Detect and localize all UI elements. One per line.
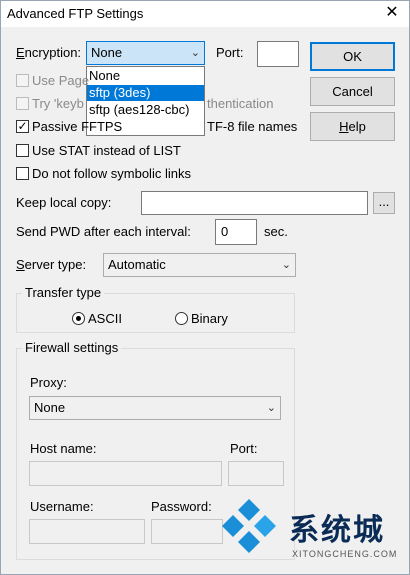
- no-symlinks-label: Do not follow symbolic links: [32, 166, 191, 181]
- use-stat-checkbox[interactable]: [16, 144, 29, 157]
- encryption-option-sftp-3des[interactable]: sftp (3des): [87, 85, 204, 101]
- firewall-settings-title: Firewall settings: [22, 340, 122, 356]
- try-keyboard-interactive-checkbox[interactable]: [16, 97, 29, 110]
- password-input[interactable]: [151, 519, 223, 544]
- server-type-value: Automatic: [108, 257, 166, 272]
- no-symlinks-checkbox[interactable]: [16, 167, 29, 180]
- chevron-down-icon: ⌄: [190, 47, 200, 59]
- proxy-value: None: [34, 400, 66, 415]
- transfer-type-title: Transfer type: [22, 285, 105, 301]
- watermark-logo-icon: [222, 499, 276, 553]
- encryption-select[interactable]: None ⌄: [86, 41, 205, 65]
- watermark-text: 系统城: [289, 513, 385, 548]
- encryption-label-rest: ncryption:: [24, 45, 82, 60]
- use-stat-label: Use STAT instead of LIST: [32, 143, 181, 158]
- use-page-checkbox[interactable]: [16, 74, 29, 87]
- port-input[interactable]: [257, 41, 299, 67]
- try-keyboard-interactive-label-right: thentication: [207, 96, 274, 111]
- server-type-label: Server type:: [16, 257, 87, 272]
- encryption-option-none[interactable]: None: [87, 68, 204, 84]
- radio-selected-dot: [76, 316, 81, 321]
- host-name-input[interactable]: [29, 461, 222, 486]
- chevron-down-icon: ⌄: [281, 259, 291, 271]
- close-icon[interactable]: ✕: [382, 3, 402, 23]
- use-page-label: Use Page: [32, 73, 90, 88]
- utf8-label-right: TF-8 file names: [207, 119, 298, 134]
- send-pwd-unit: sec.: [264, 224, 288, 239]
- username-label: Username:: [30, 499, 94, 514]
- server-type-label-rest: erver type:: [24, 257, 87, 272]
- checkmark-icon: ✓: [17, 119, 28, 133]
- send-pwd-label: Send PWD after each interval:: [16, 224, 191, 239]
- proxy-label: Proxy:: [30, 375, 67, 390]
- server-type-select[interactable]: Automatic ⌄: [103, 253, 296, 277]
- ascii-radio-label: ASCII: [88, 311, 122, 326]
- encryption-label: Encryption:: [16, 45, 82, 60]
- keep-local-copy-input[interactable]: [141, 191, 368, 215]
- username-input[interactable]: [29, 519, 145, 544]
- encryption-option-sftp-aes128[interactable]: sftp (aes128-cbc): [87, 102, 204, 118]
- watermark-subtext: XITONGCHENG.COM: [292, 549, 398, 559]
- cancel-button[interactable]: Cancel: [310, 77, 395, 106]
- encryption-dropdown-list: None sftp (3des) sftp (aes128-cbc) FTPS: [86, 66, 205, 136]
- passive-checkbox[interactable]: ✓: [16, 120, 29, 133]
- encryption-option-ftps[interactable]: FTPS: [87, 119, 204, 135]
- send-pwd-interval-input[interactable]: 0: [215, 219, 257, 245]
- browse-button[interactable]: ...: [373, 192, 395, 214]
- firewall-port-label: Port:: [230, 441, 258, 456]
- binary-radio-label: Binary: [191, 311, 228, 326]
- keep-local-copy-label: Keep local copy:: [16, 195, 112, 210]
- port-label: Port:: [216, 45, 244, 60]
- window-title: Advanced FTP Settings: [7, 6, 144, 21]
- advanced-ftp-settings-dialog: Advanced FTP Settings ✕ Encryption: None…: [0, 0, 410, 575]
- help-button-label-rest: elp: [348, 119, 366, 134]
- host-name-label: Host name:: [30, 441, 97, 456]
- firewall-port-input[interactable]: [228, 461, 284, 486]
- encryption-selected-value: None: [91, 45, 123, 60]
- help-button[interactable]: Help: [310, 112, 395, 141]
- binary-radio[interactable]: [175, 312, 188, 325]
- password-label: Password:: [151, 499, 212, 514]
- proxy-select[interactable]: None ⌄: [29, 396, 281, 420]
- try-keyboard-interactive-label-left: Try 'keyb: [32, 96, 84, 111]
- passive-label-left: Passive F: [32, 119, 90, 134]
- ok-button[interactable]: OK: [310, 42, 395, 71]
- chevron-down-icon: ⌄: [266, 402, 276, 414]
- ascii-radio[interactable]: [72, 312, 85, 325]
